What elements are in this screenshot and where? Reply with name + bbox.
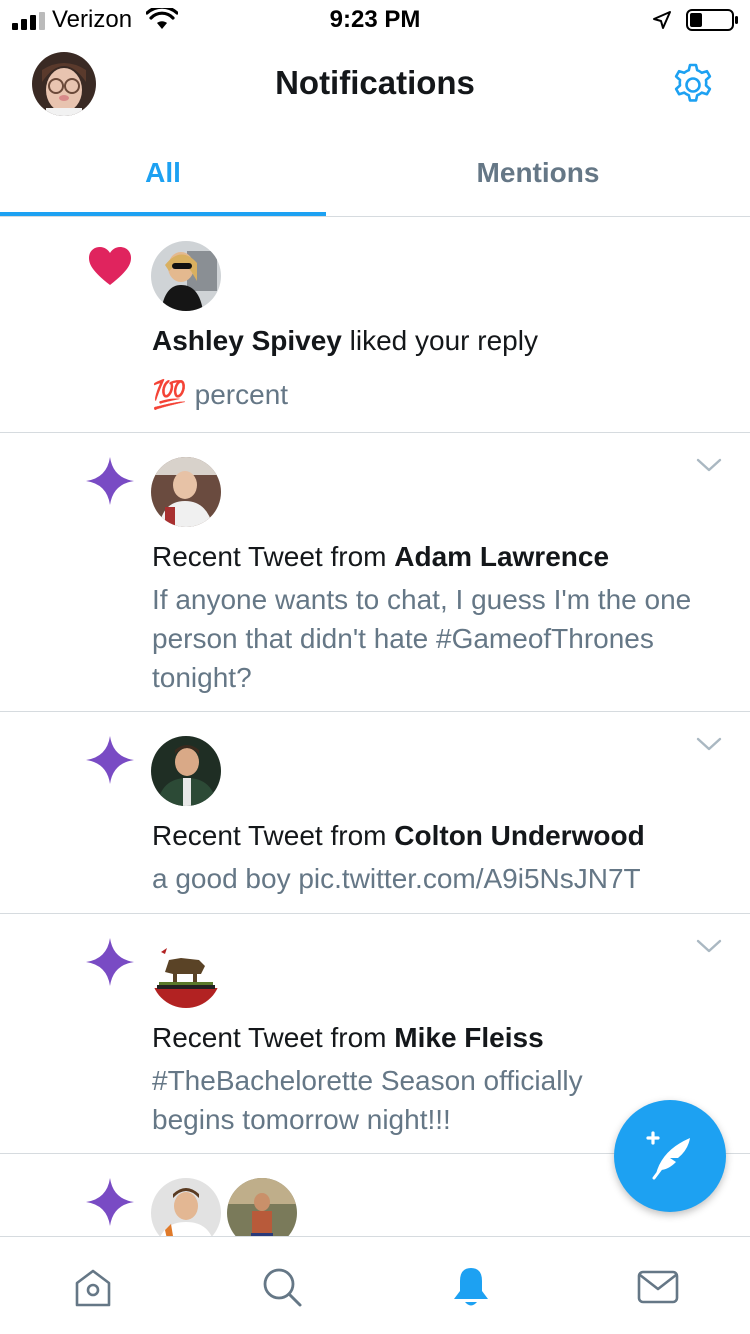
prefix-text: Recent Tweet from	[152, 820, 395, 851]
messages-icon[interactable]	[636, 1265, 680, 1309]
tweet-text: a good boy pic.twitter.com/A9i5NsJN7T	[152, 863, 641, 894]
notification-recent-tweet[interactable]: Recent Tweet from Colton Underwood a goo…	[0, 712, 750, 914]
actor-name[interactable]: Adam Lawrence	[394, 541, 609, 572]
page-title: Notifications	[275, 64, 475, 101]
avatar[interactable]	[151, 457, 221, 527]
compose-tweet-button[interactable]	[614, 1100, 726, 1212]
notifications-bell-icon[interactable]	[449, 1265, 493, 1309]
location-arrow-icon	[653, 11, 671, 29]
chevron-down-icon[interactable]	[696, 938, 722, 954]
sparkle-icon	[86, 736, 134, 784]
actor-name[interactable]: Ashley Spivey	[152, 325, 342, 356]
chevron-down-icon[interactable]	[696, 457, 722, 473]
notification-text: Ashley Spivey liked your reply	[152, 325, 538, 357]
chevron-down-icon[interactable]	[696, 736, 722, 752]
clock: 9:23 PM	[329, 6, 421, 33]
hundred-points-emoji: 💯	[152, 379, 187, 410]
avatar[interactable]	[151, 736, 221, 806]
sparkle-icon	[86, 938, 134, 986]
notification-text: Recent Tweet from Mike Fleiss	[152, 1022, 544, 1054]
status-bar: Verizon 9:23 PM	[0, 0, 750, 40]
actor-name[interactable]: Colton Underwood	[394, 820, 644, 851]
sparkle-icon	[86, 457, 134, 505]
home-icon[interactable]	[71, 1265, 115, 1309]
actor-name[interactable]: Mike Fleiss	[394, 1022, 543, 1053]
compose-feather-icon	[646, 1131, 690, 1180]
action-text: liked your reply	[341, 325, 538, 356]
sparkle-icon	[86, 1178, 134, 1226]
preview-text: percent	[194, 379, 289, 410]
notification-tabs: All Mentions	[0, 132, 750, 217]
tab-all[interactable]: All	[0, 132, 326, 216]
tweet-text: #TheBachelorette Season officially begin…	[152, 1065, 583, 1135]
notification-feed: Ashley Spivey liked your reply 💯 percent…	[0, 217, 750, 1248]
notification-like[interactable]: Ashley Spivey liked your reply 💯 percent	[0, 217, 750, 433]
notification-text: Recent Tweet from Colton Underwood	[152, 820, 645, 852]
avatar[interactable]	[151, 938, 221, 1008]
heart-icon	[89, 247, 131, 285]
bottom-tab-bar	[0, 1236, 750, 1334]
avatar[interactable]	[151, 241, 221, 311]
prefix-text: Recent Tweet from	[152, 541, 395, 572]
search-icon[interactable]	[260, 1265, 304, 1309]
header: Notifications	[0, 40, 750, 130]
reply-preview: 💯 percent	[152, 375, 712, 414]
notification-text: Recent Tweet from Adam Lawrence	[152, 541, 609, 573]
tab-mentions[interactable]: Mentions	[326, 132, 750, 216]
settings-gear-icon[interactable]	[670, 62, 716, 108]
battery-icon	[686, 9, 738, 31]
tweet-text: If anyone wants to chat, I guess I'm the…	[152, 584, 692, 693]
notification-recent-tweet[interactable]: Recent Tweet from Adam Lawrence If anyon…	[0, 433, 750, 712]
prefix-text: Recent Tweet from	[152, 1022, 395, 1053]
